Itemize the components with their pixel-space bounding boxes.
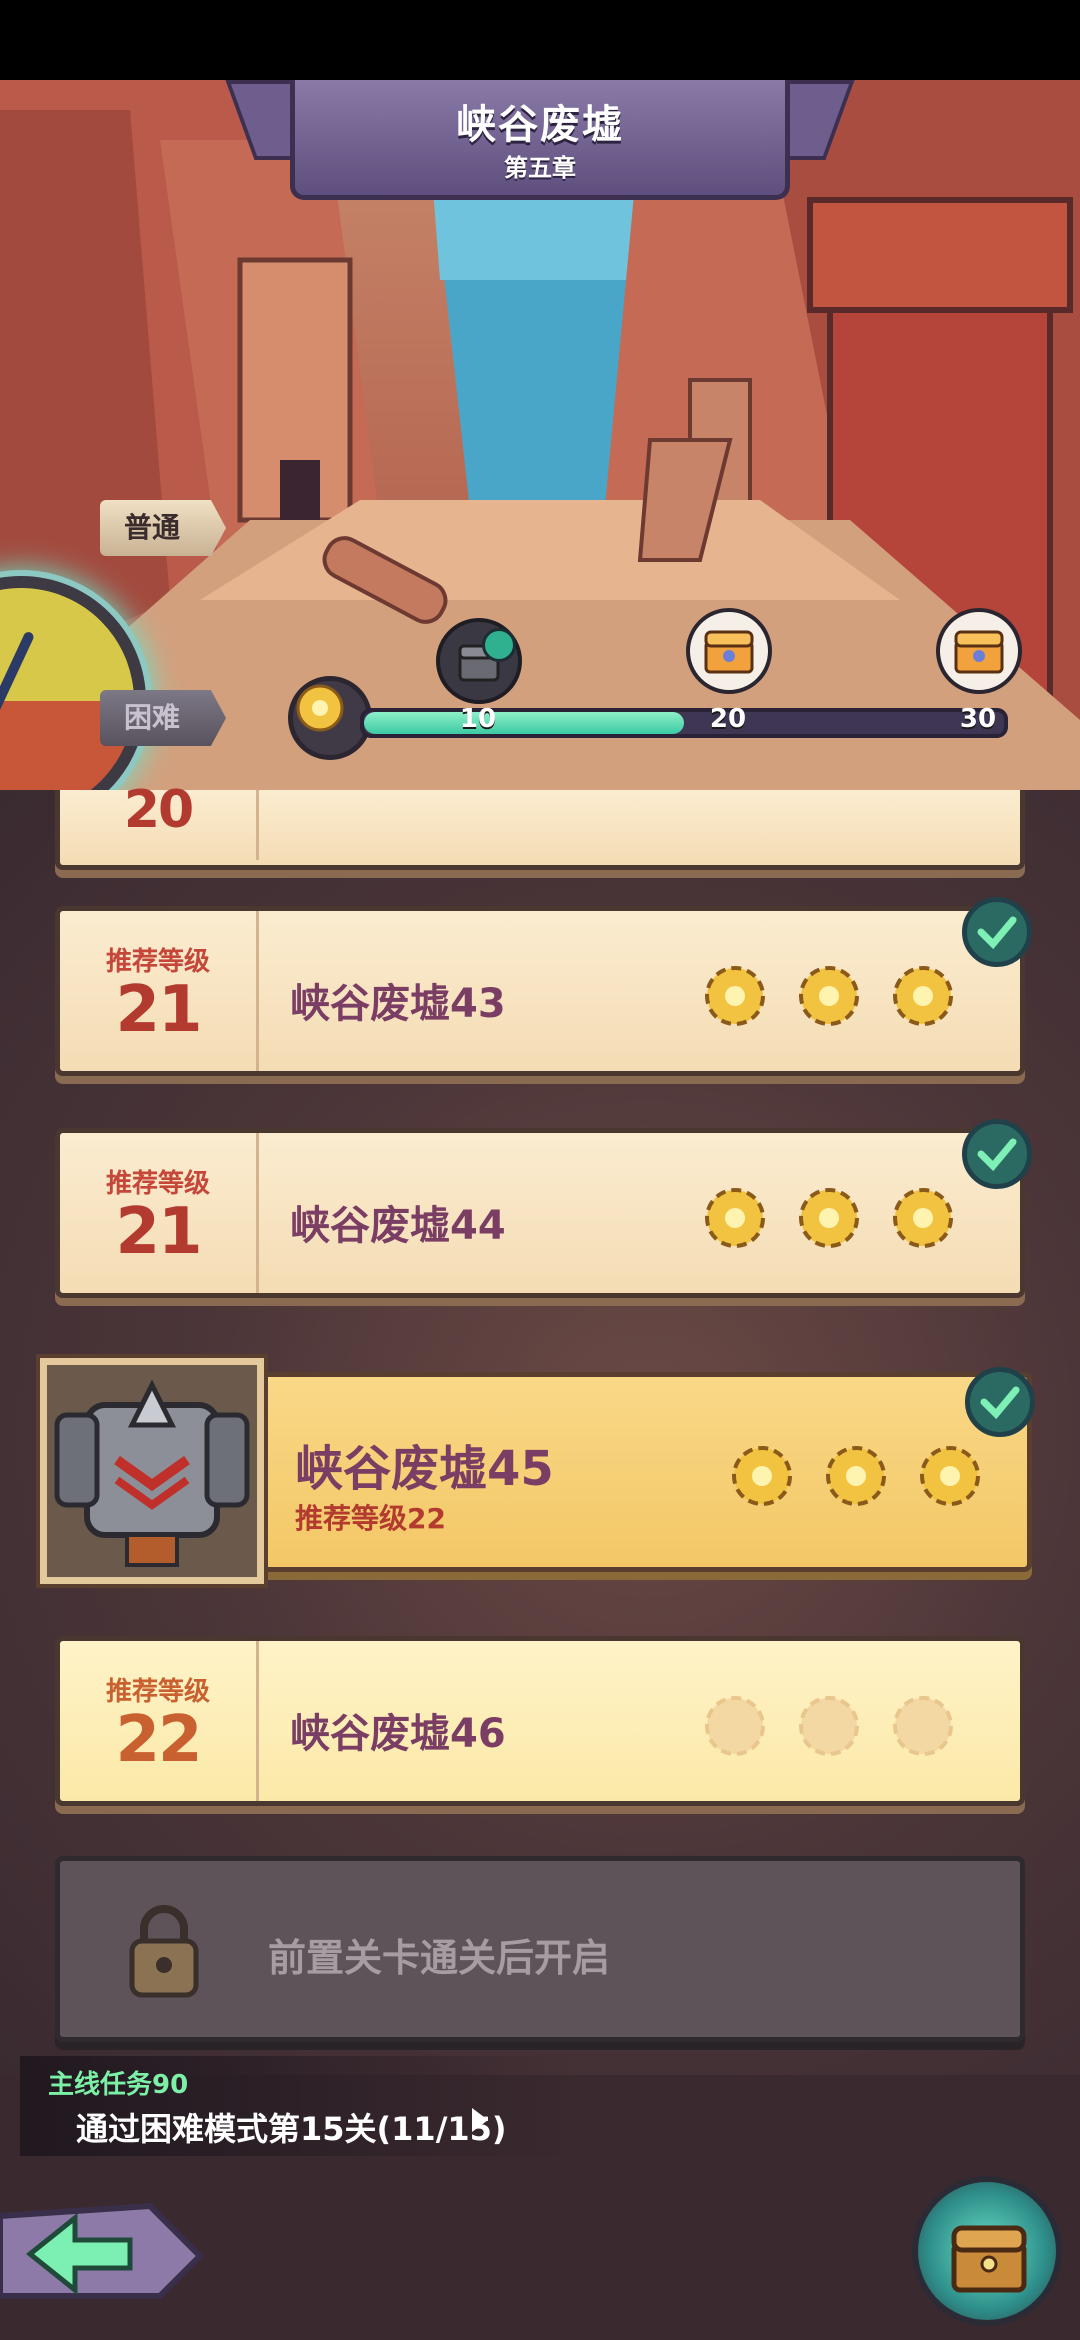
- milestone-label-20: 20: [709, 704, 747, 734]
- stage-card-locked[interactable]: 前置关卡通关后开启: [55, 1856, 1025, 2042]
- stage-level-cell: 推荐等级 21: [60, 1133, 259, 1293]
- stage-level-cell: 20: [60, 780, 259, 860]
- stage-card-43[interactable]: 推荐等级 21 峡谷废墟43: [55, 897, 1032, 1076]
- gear-star-icon: [732, 1446, 792, 1506]
- difficulty-hard-button[interactable]: 困难: [100, 690, 227, 746]
- gear-star-icon: [893, 1188, 953, 1248]
- chapter-scene: 峡谷废墟 第五章 普通 困难 10 20 30: [0, 80, 1080, 790]
- main-quest-panel[interactable]: 主线任务90 通过困难模式第15关(11/15): [20, 2056, 580, 2156]
- gear-star-icon: [826, 1446, 886, 1506]
- gear-star-icon: [705, 1188, 765, 1248]
- stage-name: 峡谷废墟44: [290, 1203, 506, 1249]
- quest-description: 通过困难模式第15关(11/15): [76, 2110, 507, 2148]
- check-icon: [482, 628, 516, 662]
- stage-recommended-level: 21: [115, 973, 202, 1047]
- stage-star-gears: [700, 1183, 960, 1253]
- stage-name: 峡谷废墟43: [290, 981, 506, 1027]
- lock-icon: [129, 1905, 199, 1998]
- chapter-title: 峡谷废墟: [456, 102, 624, 148]
- gear-star-icon: [799, 966, 859, 1026]
- milestone-chest-icon-20[interactable]: [686, 608, 772, 694]
- gear-star-empty-icon: [705, 1696, 765, 1756]
- gear-star-icon: [893, 966, 953, 1026]
- treasure-chest-button[interactable]: [912, 2176, 1062, 2326]
- stage-star-gears: [727, 1441, 987, 1511]
- boss-portrait: [40, 1358, 264, 1584]
- back-arrow-icon: [0, 2202, 205, 2299]
- quest-arrow-icon[interactable]: [472, 2108, 488, 2132]
- stage-level-cell: 推荐等级 22: [60, 1641, 259, 1801]
- chapter-progress-fill: [364, 712, 684, 734]
- stage-star-gears: [700, 961, 960, 1031]
- stage-card-46[interactable]: 推荐等级 22 峡谷废墟46: [55, 1636, 1025, 1806]
- stage-recommended-level: 推荐等级22: [295, 1502, 446, 1535]
- completed-check-icon: [962, 1119, 1032, 1189]
- gear-star-icon: [799, 1188, 859, 1248]
- milestone-label-30: 30: [959, 704, 997, 734]
- stage-card-partial[interactable]: 20: [55, 780, 1025, 870]
- chapter-title-banner: 峡谷废墟 第五章: [225, 80, 855, 200]
- stage-star-gears: [700, 1691, 960, 1761]
- difficulty-normal-button[interactable]: 普通: [100, 500, 227, 556]
- gear-star-icon: [920, 1446, 980, 1506]
- completed-check-icon: [965, 1367, 1035, 1437]
- completed-check-icon: [962, 897, 1032, 967]
- stage-card-44[interactable]: 推荐等级 21 峡谷废墟44: [55, 1119, 1032, 1298]
- stage-recommended-level: 21: [115, 1195, 202, 1269]
- locked-message: 前置关卡通关后开启: [268, 1936, 611, 1980]
- chapter-number: 第五章: [504, 154, 576, 182]
- stage-level-cell: 推荐等级 21: [60, 911, 259, 1071]
- stage-recommended-level: 22: [115, 1703, 202, 1777]
- gear-star-empty-icon: [893, 1696, 953, 1756]
- milestone-chest-icon-30[interactable]: [936, 608, 1022, 694]
- quest-title: 主线任务90: [48, 2070, 189, 2100]
- gear-star-empty-icon: [799, 1696, 859, 1756]
- stage-name: 峡谷废墟45: [295, 1441, 554, 1497]
- stage-card-45[interactable]: 峡谷废墟45 推荐等级22: [170, 1367, 1035, 1572]
- back-button[interactable]: [0, 2196, 210, 2306]
- stage-name: 峡谷废墟46: [290, 1711, 506, 1757]
- treasure-chest-icon: [951, 2225, 1027, 2293]
- stage-recommended-level: 20: [123, 780, 194, 840]
- gear-star-icon: [705, 966, 765, 1026]
- milestone-chest-icon-10[interactable]: [436, 618, 522, 704]
- status-bar: [0, 0, 1080, 80]
- milestone-label-10: 10: [459, 704, 497, 734]
